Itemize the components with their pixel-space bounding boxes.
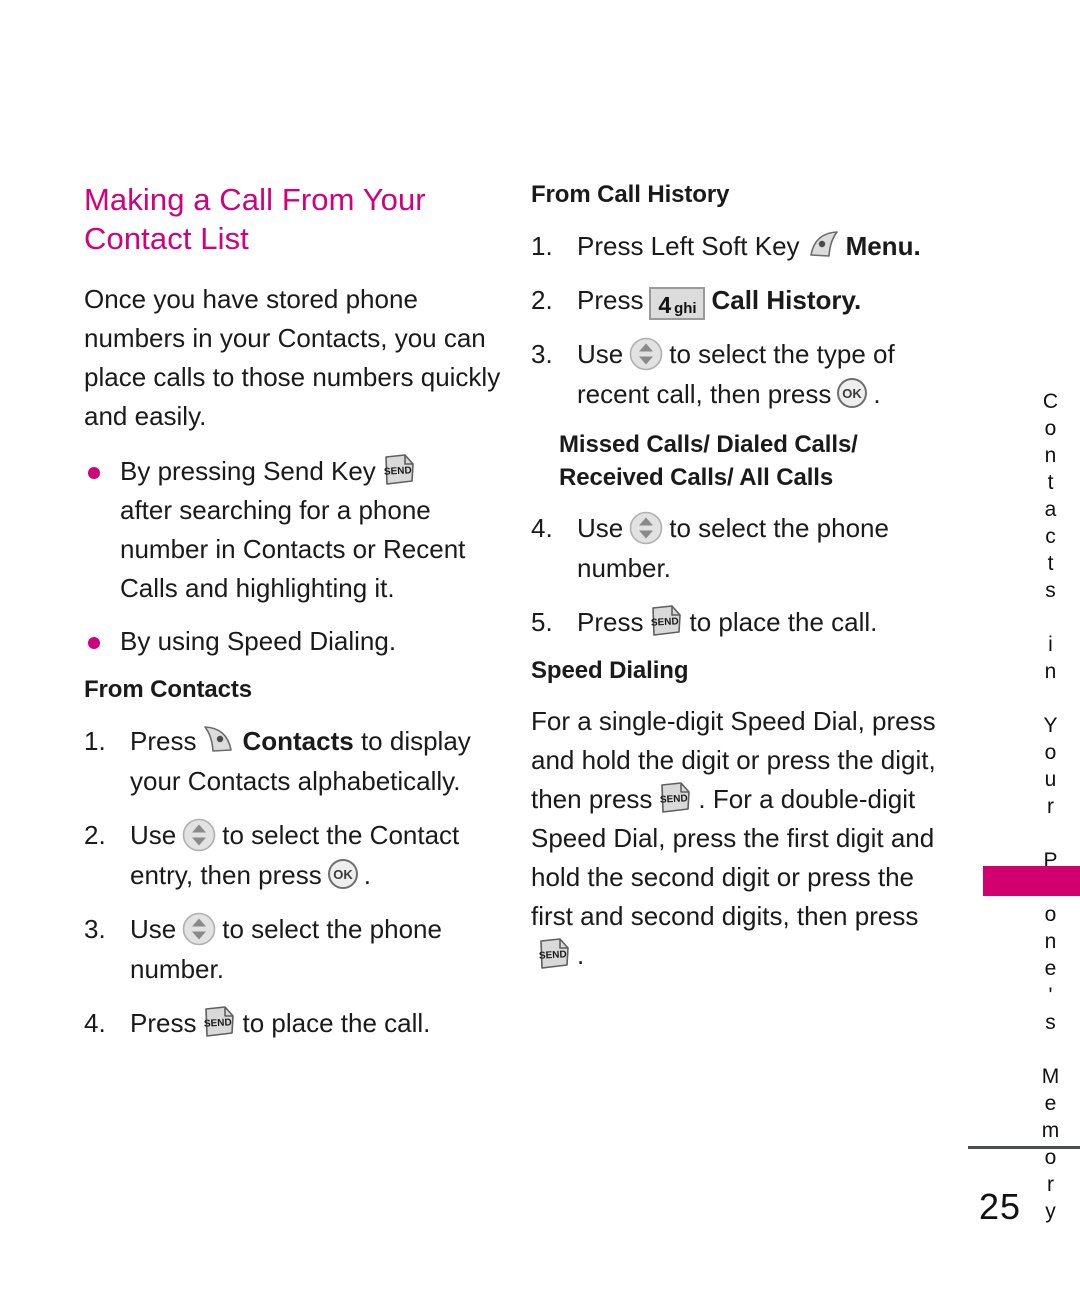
right-column: From Call History 1. Press Left Soft Key…	[531, 180, 951, 991]
svg-text:SEND: SEND	[539, 949, 567, 961]
step-text-post: to select the phone number.	[130, 914, 442, 984]
section-heading-from-call-history: From Call History	[531, 181, 730, 208]
step-text-bold: Call History.	[711, 285, 862, 315]
page-title: Making a Call From Your Contact List	[84, 182, 426, 256]
svg-text:OK: OK	[333, 867, 353, 882]
step-text-pre: Press Left Soft Key	[577, 231, 800, 261]
side-tab-marker	[983, 866, 1080, 896]
svg-text:SEND: SEND	[384, 465, 412, 477]
step-number: 4.	[531, 513, 553, 543]
nav-updown-icon	[628, 336, 664, 372]
bullet-text-pre: By using Speed Dialing.	[120, 626, 397, 656]
list-item: 2. Use to select the Contact entry, then…	[84, 815, 504, 895]
step-text-pre: Use	[577, 513, 624, 543]
step-number: 2.	[531, 285, 553, 315]
step-text-pre: Press	[577, 285, 644, 315]
step-text-tail: .	[363, 860, 371, 890]
step-text-tail: .	[873, 379, 881, 409]
svg-text:SEND: SEND	[651, 616, 679, 628]
list-item: 2. Press 4 ghi Call History.	[531, 280, 951, 320]
step-number: 1.	[531, 231, 553, 261]
step-text-bold: Contacts	[242, 726, 354, 756]
svg-text:OK: OK	[843, 386, 863, 401]
bullet-dot-icon	[88, 637, 100, 649]
bullet-dot-icon	[88, 467, 100, 479]
step-number: 2.	[84, 820, 106, 850]
left-soft-key-icon	[805, 229, 841, 259]
step-number: 4.	[84, 1008, 106, 1038]
speed-dialing-paragraph: For a single-digit Speed Dial, press and…	[531, 702, 951, 975]
numeric-key-digit: 4	[658, 292, 672, 318]
step-text-pre: Press	[577, 607, 644, 637]
svg-text:SEND: SEND	[204, 1017, 232, 1029]
list-item: 5. Press SEND to place the call.	[531, 602, 951, 642]
list-item: By using Speed Dialing.	[84, 622, 504, 661]
step-text-pre: Use	[130, 820, 177, 850]
nav-updown-icon	[181, 911, 217, 947]
send-key-icon: SEND	[536, 937, 572, 971]
send-key-icon: SEND	[381, 453, 417, 487]
intro-paragraph: Once you have stored phone numbers in yo…	[84, 284, 501, 431]
step-text-pre: Use	[130, 914, 177, 944]
numeric-key-letters: ghi	[674, 300, 697, 317]
svg-text:SEND: SEND	[660, 793, 688, 805]
send-key-icon: SEND	[201, 1005, 237, 1039]
call-types-heading: Missed Calls/ Dialed Calls/ Received Cal…	[559, 431, 858, 491]
ok-key-icon: OK	[326, 857, 360, 891]
nav-updown-icon	[628, 510, 664, 546]
nav-updown-icon	[181, 817, 217, 853]
step-number: 1.	[84, 726, 106, 756]
manual-page: Making a Call From Your Contact List Onc…	[0, 0, 1080, 1295]
send-key-icon: SEND	[648, 604, 684, 638]
list-item: By pressing Send Key SEND after searchin…	[84, 452, 504, 608]
step-text-bold: Menu.	[845, 231, 921, 261]
step-text-pre: Press	[130, 1008, 197, 1038]
numeric-key-4-icon: 4 ghi	[649, 287, 706, 320]
step-number: 3.	[84, 914, 106, 944]
page-number: 25	[978, 1186, 1022, 1227]
step-text-post: to place the call.	[242, 1008, 431, 1038]
step-text-post: to place the call.	[689, 607, 878, 637]
send-key-icon: SEND	[657, 781, 693, 815]
step-text-pre: Use	[577, 339, 624, 369]
list-item: 4. Use to select the phone number.	[531, 508, 951, 588]
step-number: 3.	[531, 339, 553, 369]
right-soft-key-icon	[201, 724, 237, 754]
bullet-list: By pressing Send Key SEND after searchin…	[84, 452, 504, 661]
step-text-pre: Press	[130, 726, 197, 756]
step-text-post: to select the phone number.	[577, 513, 889, 583]
list-item: 1. Press Left Soft Key Menu.	[531, 226, 951, 266]
left-column: Making a Call From Your Contact List Onc…	[84, 180, 504, 1057]
section-heading-speed-dialing: Speed Dialing	[531, 657, 689, 684]
step-text-post: to select the Contact entry, then press	[130, 820, 460, 890]
list-item: 4. Press SEND to place the call.	[84, 1003, 504, 1043]
side-tab-label: Contacts in Your Phone's Memory	[1039, 390, 1062, 1227]
list-item: 1. Press Contacts to display your Contac…	[84, 721, 504, 801]
section-heading-from-contacts: From Contacts	[84, 676, 253, 703]
speed-dialing-text-part3: .	[577, 940, 585, 970]
bullet-text-post: after searching for a phone number in Co…	[120, 495, 466, 603]
footer-divider	[968, 1146, 1080, 1149]
bullet-text-pre: By pressing Send Key	[120, 456, 376, 486]
list-item: 3. Use to select the type of recent call…	[531, 334, 951, 414]
list-item: 3. Use to select the phone number.	[84, 909, 504, 989]
step-number: 5.	[531, 607, 553, 637]
ok-key-icon: OK	[835, 376, 869, 410]
